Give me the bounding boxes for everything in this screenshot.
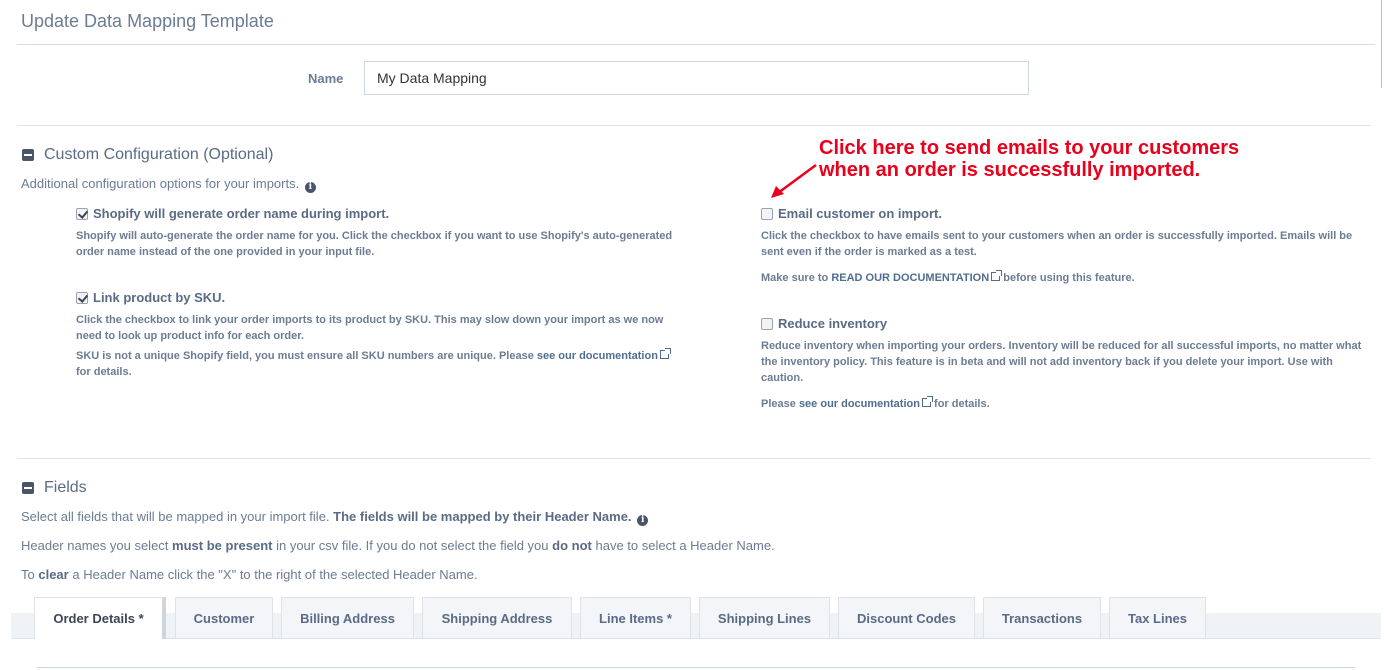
name-label: Name (308, 71, 344, 86)
external-link-icon (921, 396, 933, 407)
collapse-icon (22, 482, 34, 494)
generate-name-checkbox[interactable] (76, 208, 88, 220)
annotation-callout: Click here to send emails to your custom… (819, 137, 1240, 181)
scrollbar[interactable] (1381, 0, 1382, 88)
tab-billing-address[interactable]: Billing Address (281, 597, 414, 638)
custom-config-subtitle: Additional configuration options for you… (21, 176, 316, 193)
link-sku-desc: Click the checkbox to link your order im… (76, 314, 664, 342)
tab-customer[interactable]: Customer (175, 597, 273, 638)
tab-tax-lines[interactable]: Tax Lines (1109, 597, 1206, 638)
generate-name-desc: Shopify will auto-generate the order nam… (76, 230, 673, 258)
section-divider (17, 458, 1371, 459)
link-sku-checkbox-row[interactable]: Link product by SKU. (76, 290, 686, 306)
fields-title: Fields (44, 479, 87, 496)
tab-line-items[interactable]: Line Items * (580, 597, 691, 638)
external-link-icon (659, 348, 671, 359)
fields-line-3: To clear a Header Name click the "X" to … (21, 567, 478, 582)
section-divider (17, 125, 1371, 126)
tab-order-details[interactable]: Order Details * (34, 597, 166, 639)
annotation-arrow-icon (771, 163, 817, 198)
link-sku-checkbox[interactable] (76, 292, 88, 304)
generate-name-checkbox-row[interactable]: Shopify will generate order name during … (76, 206, 686, 222)
email-customer-note: Make sure to READ OUR DOCUMENTATION befo… (761, 270, 1135, 284)
email-customer-checkbox[interactable] (761, 208, 773, 220)
custom-config-toggle[interactable]: Custom Configuration (Optional) (22, 146, 273, 164)
fields-toggle[interactable]: Fields (22, 479, 87, 497)
tab-shipping-address[interactable]: Shipping Address (422, 597, 572, 638)
link-sku-doc-link[interactable]: see our documentation (537, 350, 658, 362)
content-divider (37, 667, 1355, 668)
collapse-icon (22, 149, 34, 161)
external-link-icon (991, 270, 1003, 281)
option-generate-name: Shopify will generate order name during … (76, 206, 686, 270)
name-input[interactable] (364, 61, 1029, 95)
tab-transactions[interactable]: Transactions (983, 597, 1101, 638)
email-customer-checkbox-row[interactable]: Email customer on import. (761, 206, 1365, 222)
reduce-inventory-checkbox-row[interactable]: Reduce inventory (761, 316, 1365, 332)
custom-config-title: Custom Configuration (Optional) (44, 146, 274, 163)
fields-line-2: Header names you select must be present … (21, 538, 775, 553)
fields-line-1: Select all fields that will be mapped in… (21, 509, 649, 526)
reduce-inventory-note: Please see our documentation for details… (761, 396, 990, 410)
option-email-customer: Email customer on import. Click the chec… (761, 206, 1365, 296)
tab-discount-codes[interactable]: Discount Codes (838, 597, 975, 638)
title-divider (17, 44, 1375, 45)
email-customer-doc-link[interactable]: READ OUR DOCUMENTATION (831, 272, 989, 284)
info-icon[interactable]: i (637, 515, 649, 526)
tab-shipping-lines[interactable]: Shipping Lines (699, 597, 830, 638)
email-customer-desc: Click the checkbox to have emails sent t… (761, 230, 1353, 258)
option-reduce-inventory: Reduce inventory Reduce inventory when i… (761, 316, 1365, 422)
option-link-sku: Link product by SKU. Click the checkbox … (76, 290, 686, 390)
link-sku-note: SKU is not a unique Shopify field, you m… (76, 348, 686, 380)
reduce-inventory-checkbox[interactable] (761, 318, 773, 330)
reduce-inventory-desc: Reduce inventory when importing your ord… (761, 340, 1362, 384)
page-title: Update Data Mapping Template (21, 11, 274, 31)
info-icon[interactable]: i (304, 182, 316, 193)
reduce-inventory-doc-link[interactable]: see our documentation (799, 398, 920, 410)
